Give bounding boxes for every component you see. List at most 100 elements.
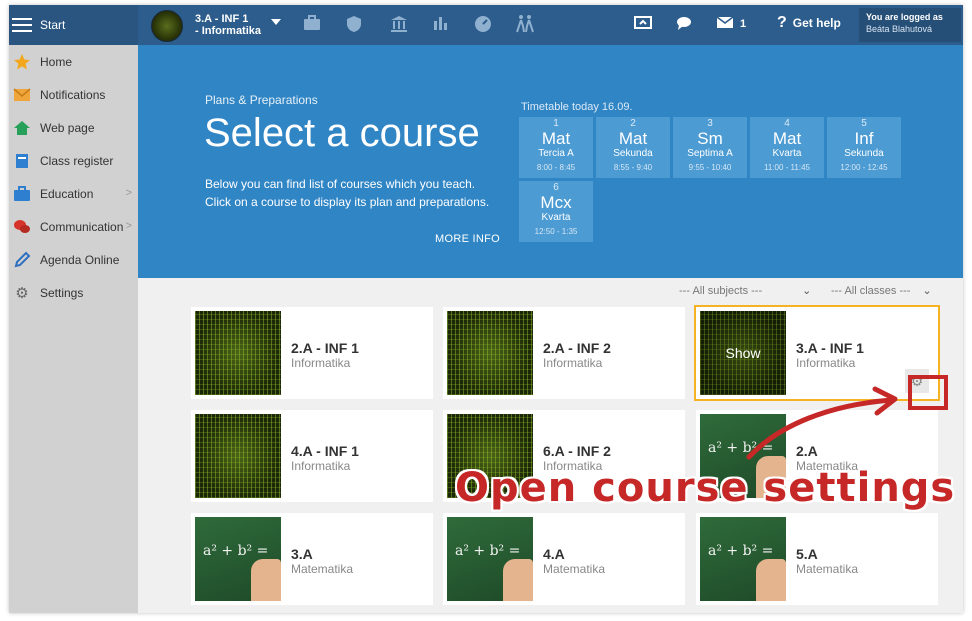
envelope-icon xyxy=(13,86,31,104)
shield-icon[interactable] xyxy=(344,15,364,35)
sidebar-item-label: Web page xyxy=(40,120,95,135)
course-card[interactable]: a² + b² = 4.A Matematika xyxy=(443,513,685,605)
screen-share-icon[interactable] xyxy=(633,15,653,35)
class-avatar[interactable] xyxy=(151,10,183,42)
lesson-subject: Mat xyxy=(772,129,802,148)
course-card[interactable]: a² + b² = 3.A Matematika xyxy=(191,513,433,605)
course-card[interactable]: 2.A - INF 2 Informatika xyxy=(443,307,685,399)
sidebar-item-web-page[interactable]: Web page xyxy=(9,111,138,144)
show-course-button[interactable]: Show xyxy=(700,311,786,395)
lesson-class: Septima A xyxy=(687,148,733,159)
sidebar-item-label: Agenda Online xyxy=(40,252,120,267)
lesson-time: 8:55 - 9:40 xyxy=(613,163,653,172)
sidebar: Home Notifications Web page Class regist… xyxy=(9,45,138,613)
course-thumbnail: a² + b² = xyxy=(700,517,786,601)
chevron-down-icon[interactable] xyxy=(271,19,281,25)
class-title-line2: - Informatika xyxy=(195,25,262,37)
sidebar-item-agenda-online[interactable]: Agenda Online xyxy=(9,243,138,276)
page-title: Select a course xyxy=(204,111,480,155)
course-thumbnail xyxy=(195,414,281,498)
hand-image xyxy=(251,559,281,601)
house-icon xyxy=(13,119,31,137)
course-thumbnail: a² + b² = xyxy=(195,517,281,601)
sidebar-item-education[interactable]: Education > xyxy=(9,177,138,210)
timetable-lesson[interactable]: 5 Inf Sekunda 12:00 - 12:45 xyxy=(827,117,901,178)
annotation-arrow xyxy=(746,386,898,460)
course-subject: Informatika xyxy=(796,356,856,370)
envelope-icon[interactable] xyxy=(715,15,735,35)
lesson-number: 6 xyxy=(553,182,559,193)
lesson-number: 4 xyxy=(784,118,790,129)
chat-icon[interactable] xyxy=(675,15,695,35)
chalkboard-formula: a² + b² = xyxy=(455,543,521,559)
user-menu[interactable]: You are logged as Beáta Blahutová xyxy=(859,8,961,42)
subject-filter-select[interactable]: --- All subjects --- ⌄ xyxy=(679,284,811,298)
class-title-line1: 3.A - INF 1 xyxy=(195,13,249,25)
lesson-number: 2 xyxy=(630,118,636,129)
briefcase-icon[interactable] xyxy=(302,15,322,35)
bank-icon[interactable] xyxy=(389,15,409,35)
course-name: 4.A xyxy=(543,546,565,562)
course-subject: Informatika xyxy=(543,356,603,370)
class-selector[interactable]: 3.A - INF 1 - Informatika xyxy=(195,13,261,37)
star-icon xyxy=(13,53,31,71)
chevron-right-icon: > xyxy=(125,187,132,199)
sidebar-item-home[interactable]: Home xyxy=(9,45,138,78)
pen-icon xyxy=(13,251,31,269)
class-filter-value: --- All classes --- xyxy=(831,284,911,297)
chevron-down-icon: ⌄ xyxy=(922,285,932,297)
bar-chart-icon[interactable] xyxy=(431,15,451,35)
hamburger-icon xyxy=(12,18,32,32)
chalkboard-formula: a² + b² = xyxy=(708,543,774,559)
sidebar-item-label: Communication xyxy=(40,219,124,234)
lesson-subject: Mat xyxy=(618,129,648,148)
sidebar-item-communication[interactable]: Communication > xyxy=(9,210,138,243)
timetable-lesson[interactable]: 2 Mat Sekunda 8:55 - 9:40 xyxy=(596,117,670,178)
briefcase-icon xyxy=(13,185,31,203)
sidebar-item-notifications[interactable]: Notifications xyxy=(9,78,138,111)
more-info-link[interactable]: MORE INFO xyxy=(435,233,500,245)
timetable-lesson[interactable]: 4 Mat Kvarta 11:00 - 11:45 xyxy=(750,117,824,178)
course-card[interactable]: a² + b² = 5.A Matematika xyxy=(696,513,938,605)
book-icon xyxy=(13,152,31,170)
course-name: 2.A - INF 2 xyxy=(543,340,611,356)
lesson-number: 3 xyxy=(707,118,713,129)
walking-people-icon[interactable] xyxy=(515,15,535,35)
annotation-text: Open course settings xyxy=(455,465,956,511)
course-thumbnail: a² + b² = xyxy=(447,517,533,601)
lesson-subject: Mat xyxy=(541,129,571,148)
lesson-class: Sekunda xyxy=(613,148,653,159)
timetable-lesson[interactable]: 1 Mat Tercia A 8:00 - 8:45 xyxy=(519,117,593,178)
get-help-button[interactable]: ? Get help xyxy=(777,14,841,32)
course-subject: Matematika xyxy=(543,562,606,576)
timetable-lesson[interactable]: 3 Sm Septima A 9:55 - 10:40 xyxy=(673,117,747,178)
chevron-right-icon: > xyxy=(125,220,132,232)
lesson-class: Kvarta xyxy=(772,148,802,159)
course-name: 3.A - INF 1 xyxy=(796,340,864,356)
timetable-label: Timetable today 16.09. xyxy=(521,101,633,113)
sidebar-item-class-register[interactable]: Class register xyxy=(9,144,138,177)
dashboard-icon[interactable] xyxy=(473,15,493,35)
page-header-banner: Plans & Preparations Select a course Bel… xyxy=(138,45,963,278)
sidebar-item-settings[interactable]: ⚙ Settings xyxy=(9,276,138,309)
course-subject: Informatika xyxy=(291,459,351,473)
course-thumbnail xyxy=(195,311,281,395)
lesson-time: 12:50 - 1:35 xyxy=(534,227,578,236)
lesson-subject: Mcx xyxy=(540,193,572,212)
start-label: Start xyxy=(40,18,66,32)
class-filter-select[interactable]: --- All classes --- ⌄ xyxy=(831,284,932,298)
description-line: Click on a course to display its plan an… xyxy=(205,195,490,209)
course-subject: Matematika xyxy=(291,562,354,576)
course-thumbnail: Show xyxy=(700,311,786,395)
lesson-class: Tercia A xyxy=(538,148,574,159)
top-bar: Start 3.A - INF 1 - Informatika 1 ? Get … xyxy=(9,5,963,45)
lesson-subject: Inf xyxy=(854,129,874,148)
course-card[interactable]: 2.A - INF 1 Informatika xyxy=(191,307,433,399)
start-menu-button[interactable]: Start xyxy=(9,5,138,45)
highlight-box xyxy=(908,375,948,410)
chat-icon xyxy=(13,218,31,236)
chalkboard-formula: a² + b² = xyxy=(203,543,269,559)
course-card[interactable]: 4.A - INF 1 Informatika xyxy=(191,410,433,502)
sidebar-item-label: Education xyxy=(40,186,94,201)
timetable-lesson[interactable]: 6 Mcx Kvarta 12:50 - 1:35 xyxy=(519,181,593,242)
